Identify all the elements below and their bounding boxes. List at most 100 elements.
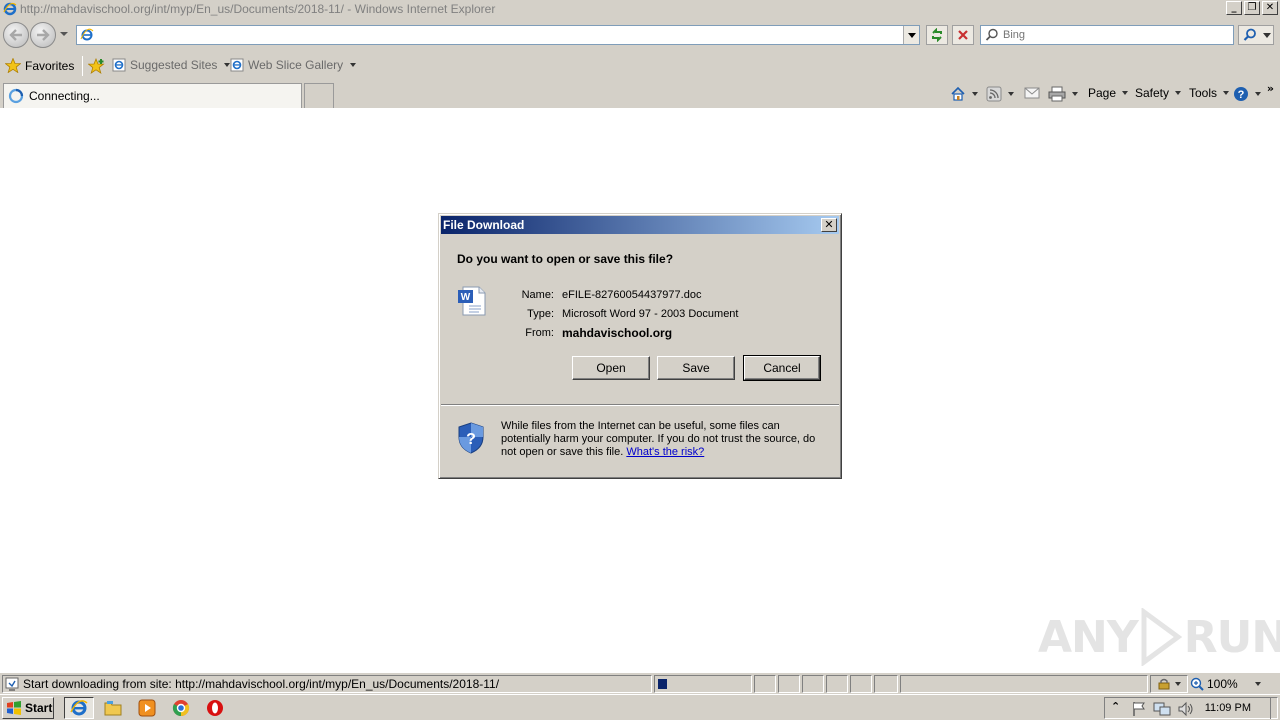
back-button[interactable]: [3, 22, 29, 48]
safety-menu[interactable]: Safety: [1135, 86, 1182, 100]
refresh-button[interactable]: [926, 25, 948, 45]
flag-icon[interactable]: [1131, 701, 1147, 717]
show-desktop-button[interactable]: [1270, 697, 1280, 719]
search-go-button[interactable]: [1238, 25, 1274, 45]
search-input[interactable]: [1003, 27, 1231, 43]
ie-logo-icon: [2, 1, 18, 17]
clock[interactable]: 11:09 PM: [1205, 702, 1251, 714]
opera-icon: [207, 700, 223, 716]
tab-connecting[interactable]: Connecting...: [3, 83, 302, 108]
play-logo-icon: [1141, 608, 1182, 666]
chevron-down-icon: [972, 92, 978, 96]
minimize-button[interactable]: _: [1226, 1, 1242, 15]
add-to-favorites-bar-button[interactable]: [88, 58, 106, 74]
favorites-star-icon: [5, 58, 21, 73]
close-window-button[interactable]: ✕: [1262, 1, 1278, 15]
taskbar: Start ⌃ 11:09 PM: [0, 694, 1280, 720]
zoom-level: 100%: [1207, 677, 1238, 691]
title-bar: http://mahdavischool.org/int/myp/En_us/D…: [0, 0, 1280, 18]
lock-icon: [1158, 678, 1170, 690]
security-warning: While files from the Internet can be use…: [501, 420, 831, 459]
web-slice-gallery-label: Web Slice Gallery: [248, 58, 344, 72]
tab-label: Connecting...: [29, 89, 100, 103]
taskbar-ie-button[interactable]: [64, 697, 94, 719]
whats-the-risk-link[interactable]: What's the risk?: [626, 446, 704, 458]
system-tray: ⌃ 11:09 PM: [1104, 697, 1278, 719]
tab-command-row: Connecting... Page Safety Tools ? »: [0, 80, 1280, 108]
page-menu[interactable]: Page: [1088, 86, 1129, 100]
chevron-down-icon: [1254, 682, 1261, 686]
chevron-down-icon: [1072, 92, 1078, 96]
speaker-icon[interactable]: [1177, 701, 1195, 717]
print-icon: [1048, 86, 1066, 102]
web-slice-gallery-link[interactable]: Web Slice Gallery: [230, 58, 357, 72]
print-button[interactable]: [1048, 86, 1078, 102]
taskbar-chrome-button[interactable]: [166, 697, 196, 719]
suggested-sites-link[interactable]: Suggested Sites: [112, 58, 231, 72]
name-key: Name:: [521, 288, 554, 301]
show-hidden-icons-chevron-icon[interactable]: ⌃: [1111, 700, 1120, 713]
feeds-button[interactable]: [986, 86, 1014, 102]
suggested-sites-ie-icon: [112, 58, 126, 72]
read-mail-button[interactable]: [1024, 86, 1040, 100]
media-player-icon: [138, 699, 156, 717]
add-favorites-icon: [88, 58, 105, 74]
chevron-down-icon: [1175, 682, 1181, 686]
more-commands-chevron-icon[interactable]: »: [1267, 82, 1274, 95]
search-options-dropdown[interactable]: [1263, 32, 1271, 38]
dialog-close-button[interactable]: ✕: [821, 218, 837, 232]
chevron-down-icon: [1008, 92, 1014, 96]
status-cell: [826, 675, 848, 693]
dialog-title-bar: File Download ✕: [441, 216, 839, 234]
search-go-icon: [1243, 28, 1256, 41]
taskbar-media-player-button[interactable]: [132, 697, 162, 719]
stop-button[interactable]: [952, 25, 974, 45]
taskbar-explorer-button[interactable]: [98, 697, 128, 719]
status-zone: [900, 675, 1148, 693]
tools-menu-label: Tools: [1189, 86, 1218, 100]
help-button[interactable]: ?: [1233, 86, 1261, 102]
recent-pages-dropdown[interactable]: [60, 32, 68, 36]
zoom-control[interactable]: 100%: [1190, 677, 1261, 691]
network-icon[interactable]: [1153, 701, 1171, 717]
windows-logo-icon: [7, 701, 21, 715]
loading-icon: [8, 88, 24, 104]
ie-taskbar-icon: [70, 700, 88, 716]
favorites-bar: Favorites Suggested Sites Web Slice Gall…: [0, 52, 1280, 80]
help-icon: ?: [1234, 87, 1248, 101]
new-tab-button[interactable]: [304, 83, 334, 108]
protected-mode-button[interactable]: [1150, 675, 1188, 693]
file-source: mahdavischool.org: [562, 325, 673, 340]
page-menu-label: Page: [1088, 86, 1117, 100]
progress-fill: [658, 679, 667, 689]
status-cell: [754, 675, 776, 693]
page-ie-icon: [80, 28, 94, 41]
dialog-question: Do you want to open or save this file?: [457, 252, 674, 266]
svg-text:?: ?: [466, 431, 476, 448]
favorites-label: Favorites: [25, 58, 75, 73]
forward-button[interactable]: [30, 22, 56, 48]
suggested-sites-label: Suggested Sites: [130, 58, 218, 72]
address-bar[interactable]: [76, 25, 920, 45]
folder-icon: [104, 701, 122, 716]
window-title: http://mahdavischool.org/int/myp/En_us/D…: [20, 2, 496, 16]
start-button[interactable]: Start: [2, 697, 54, 719]
file-name: eFILE-82760054437977.doc: [562, 288, 702, 301]
file-info: Name: eFILE-82760054437977.doc Type: Micro…: [509, 285, 739, 342]
search-box[interactable]: [980, 25, 1234, 45]
tools-menu[interactable]: Tools: [1189, 86, 1230, 100]
feeds-icon: [986, 86, 1002, 102]
open-button[interactable]: Open: [572, 356, 650, 380]
chevron-down-icon: [350, 63, 357, 67]
save-button[interactable]: Save: [657, 356, 735, 380]
file-type: Microsoft Word 97 - 2003 Document: [562, 307, 739, 320]
stop-icon: [958, 30, 968, 40]
address-dropdown-button[interactable]: [903, 26, 919, 44]
restore-button[interactable]: ❐: [1244, 1, 1260, 15]
mail-icon: [1024, 87, 1040, 99]
favorites-button[interactable]: Favorites: [5, 58, 74, 73]
home-button[interactable]: [950, 86, 978, 102]
cancel-button[interactable]: Cancel: [743, 355, 821, 381]
chevron-down-icon: [1223, 91, 1230, 95]
taskbar-opera-button[interactable]: [200, 697, 230, 719]
